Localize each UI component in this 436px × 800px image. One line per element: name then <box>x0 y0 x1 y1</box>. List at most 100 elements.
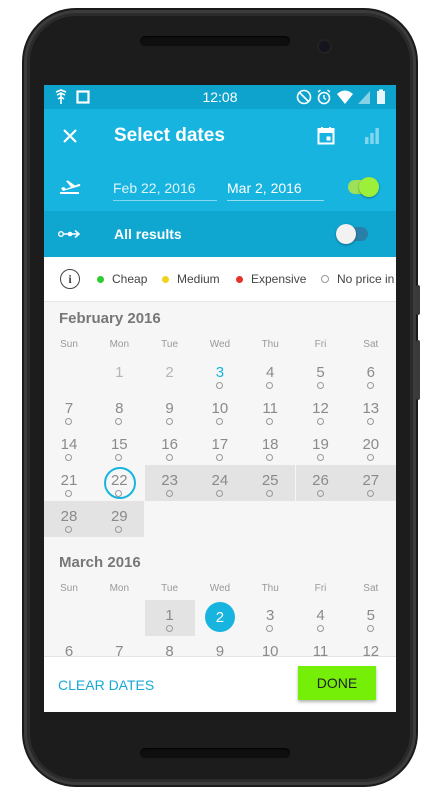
day-cell[interactable]: 3 <box>195 357 245 393</box>
day-cell[interactable]: 11 <box>245 393 295 429</box>
day-number: 2 <box>215 609 225 626</box>
price-indicator <box>115 454 123 461</box>
day-number: 8 <box>165 643 174 657</box>
price-indicator <box>165 490 173 497</box>
weekday-label: Tue <box>161 583 179 594</box>
depart-date-field[interactable]: Feb 22, 2016 <box>113 180 217 201</box>
day-cell[interactable]: 23 <box>144 465 195 501</box>
day-cell[interactable]: 20 <box>346 429 396 465</box>
legend-label: Expensive <box>251 272 307 286</box>
day-cell[interactable]: 25 <box>245 465 296 501</box>
price-indicator <box>266 382 274 389</box>
price-indicator <box>215 454 223 461</box>
day-cell[interactable]: 6 <box>44 636 94 657</box>
day-cell[interactable]: 16 <box>145 429 195 465</box>
day-cell[interactable]: 7 <box>94 636 144 657</box>
day-cell[interactable]: 10 <box>195 393 245 429</box>
day-number: 8 <box>115 400 124 417</box>
day-number: 12 <box>312 400 329 417</box>
day-cell[interactable]: 8 <box>145 636 195 657</box>
route-stops-icon <box>58 229 81 239</box>
day-cell[interactable]: 17 <box>195 429 245 465</box>
day-cell[interactable]: 22 <box>94 465 144 501</box>
day-number: 4 <box>316 607 325 624</box>
calendar-icon[interactable] <box>317 126 335 145</box>
airplane-takeoff-icon <box>60 180 81 194</box>
done-button[interactable]: DONE <box>298 666 376 700</box>
weekday-label: Mon <box>109 583 130 594</box>
day-number: 7 <box>64 400 74 417</box>
status-bar: 12:08 <box>44 85 396 109</box>
do-not-disturb-icon <box>296 89 312 105</box>
day-number: 1 <box>115 364 124 381</box>
day-cell[interactable]: 15 <box>94 429 144 465</box>
return-toggle[interactable] <box>348 177 379 197</box>
day-cell[interactable]: 5 <box>346 600 396 636</box>
clear-dates-button[interactable]: CLEAR DATES <box>58 677 154 693</box>
price-indicator <box>165 625 173 632</box>
price-indicator <box>316 625 324 632</box>
all-results-label: All results <box>114 226 182 242</box>
weekday-label: Fri <box>314 339 327 350</box>
day-cell[interactable]: 21 <box>44 465 94 501</box>
day-number: 5 <box>366 607 375 624</box>
no-price-dot <box>321 275 329 283</box>
day-cell[interactable]: 12 <box>346 636 396 657</box>
price-indicator <box>266 490 274 497</box>
day-number: 23 <box>161 472 178 489</box>
price-indicator <box>115 526 123 533</box>
price-indicator <box>215 418 223 425</box>
day-cell[interactable]: 3 <box>245 600 295 636</box>
day-cell[interactable]: 9 <box>195 636 245 657</box>
signal-icon <box>358 91 370 104</box>
day-cell[interactable]: 1 <box>144 600 195 636</box>
day-number: 3 <box>266 607 275 624</box>
expensive-dot <box>236 275 243 283</box>
day-number: 9 <box>165 400 174 417</box>
day-cell[interactable]: 4 <box>245 357 295 393</box>
day-cell[interactable]: 11 <box>296 636 346 657</box>
day-cell[interactable]: 6 <box>346 357 396 393</box>
day-cell[interactable]: 18 <box>245 429 295 465</box>
day-cell[interactable]: 27 <box>345 465 396 501</box>
day-number: 20 <box>362 436 380 453</box>
return-date-field[interactable]: Mar 2, 2016 <box>227 180 324 201</box>
day-cell[interactable]: 13 <box>346 393 396 429</box>
day-cell[interactable]: 29 <box>94 501 145 537</box>
day-cell[interactable]: 9 <box>145 393 195 429</box>
price-indicator <box>266 625 274 632</box>
day-number: 18 <box>261 436 279 453</box>
day-cell[interactable]: 2 <box>195 600 245 636</box>
weekday-label: Fri <box>314 583 327 594</box>
day-cell[interactable]: 10 <box>245 636 295 657</box>
day-cell[interactable]: 26 <box>295 465 346 501</box>
day-cell[interactable]: 7 <box>44 393 94 429</box>
info-icon[interactable]: i <box>60 269 80 289</box>
day-cell[interactable]: 4 <box>296 600 346 636</box>
all-results-toggle[interactable] <box>336 224 368 244</box>
price-indicator <box>165 454 173 461</box>
close-icon[interactable] <box>62 128 78 144</box>
power-button <box>416 285 420 315</box>
day-cell[interactable]: 12 <box>296 393 346 429</box>
price-indicator <box>316 382 324 389</box>
price-indicator <box>65 418 72 425</box>
day-number: 6 <box>366 364 375 381</box>
day-cell[interactable]: 14 <box>44 429 94 465</box>
day-number: 21 <box>60 472 78 489</box>
day-cell[interactable]: 8 <box>94 393 144 429</box>
calendar-scroll[interactable]: February 2016 Sun Mon Tue Wed Thu Fri Sat 1 2 3 4 5 6… <box>44 302 396 657</box>
day-cell[interactable]: 24 <box>194 465 245 501</box>
day-cell[interactable]: 1 <box>94 357 144 393</box>
day-number: 24 <box>211 472 229 489</box>
weekday-label: Thu <box>261 583 279 594</box>
day-cell[interactable]: 5 <box>296 357 346 393</box>
medium-dot <box>162 275 169 283</box>
day-cell[interactable]: 2 <box>145 357 195 393</box>
day-cell[interactable]: 19 <box>296 429 346 465</box>
day-cell[interactable]: 28 <box>44 501 94 537</box>
price-indicator <box>65 526 72 533</box>
weekday-label: Wed <box>209 583 231 594</box>
price-chart-icon[interactable] <box>364 127 380 144</box>
price-indicator <box>366 382 374 389</box>
